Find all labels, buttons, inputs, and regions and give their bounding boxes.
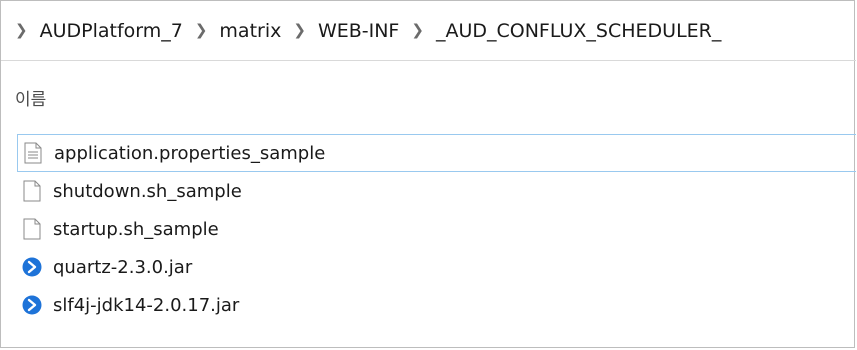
file-row[interactable]: quartz-2.3.0.jar — [1, 248, 856, 286]
jar-file-icon — [21, 293, 43, 317]
file-row[interactable]: startup.sh_sample — [1, 210, 856, 248]
file-name: slf4j-jdk14-2.0.17.jar — [53, 294, 240, 316]
chevron-right-icon[interactable]: ❯ — [411, 23, 424, 38]
file-name: startup.sh_sample — [53, 218, 219, 240]
chevron-right-icon[interactable]: ❯ — [15, 23, 28, 38]
breadcrumb-item[interactable]: AUDPlatform_7 — [40, 20, 183, 42]
address-bar[interactable]: ❯ AUDPlatform_7 ❯ matrix ❯ WEB-INF ❯ _AU… — [1, 1, 856, 61]
blank-file-icon — [21, 217, 43, 241]
breadcrumb-item[interactable]: WEB-INF — [318, 20, 399, 42]
file-name: application.properties_sample — [54, 142, 326, 164]
file-row[interactable]: application.properties_sample — [17, 134, 856, 172]
file-list: application.properties_sample shutdown.s… — [1, 134, 856, 324]
breadcrumb-item[interactable]: matrix — [219, 20, 281, 42]
chevron-right-icon[interactable]: ❯ — [293, 23, 306, 38]
breadcrumb-item[interactable]: _AUD_CONFLUX_SCHEDULER_ — [436, 20, 721, 42]
file-explorer-window: ❯ AUDPlatform_7 ❯ matrix ❯ WEB-INF ❯ _AU… — [0, 0, 856, 348]
file-name: shutdown.sh_sample — [53, 180, 242, 202]
text-file-icon — [22, 141, 44, 165]
column-header-name[interactable]: 이름 — [15, 85, 46, 110]
chevron-right-icon[interactable]: ❯ — [195, 23, 208, 38]
jar-file-icon — [21, 255, 43, 279]
file-row[interactable]: shutdown.sh_sample — [1, 172, 856, 210]
file-name: quartz-2.3.0.jar — [53, 256, 193, 278]
blank-file-icon — [21, 179, 43, 203]
file-row[interactable]: slf4j-jdk14-2.0.17.jar — [1, 286, 856, 324]
